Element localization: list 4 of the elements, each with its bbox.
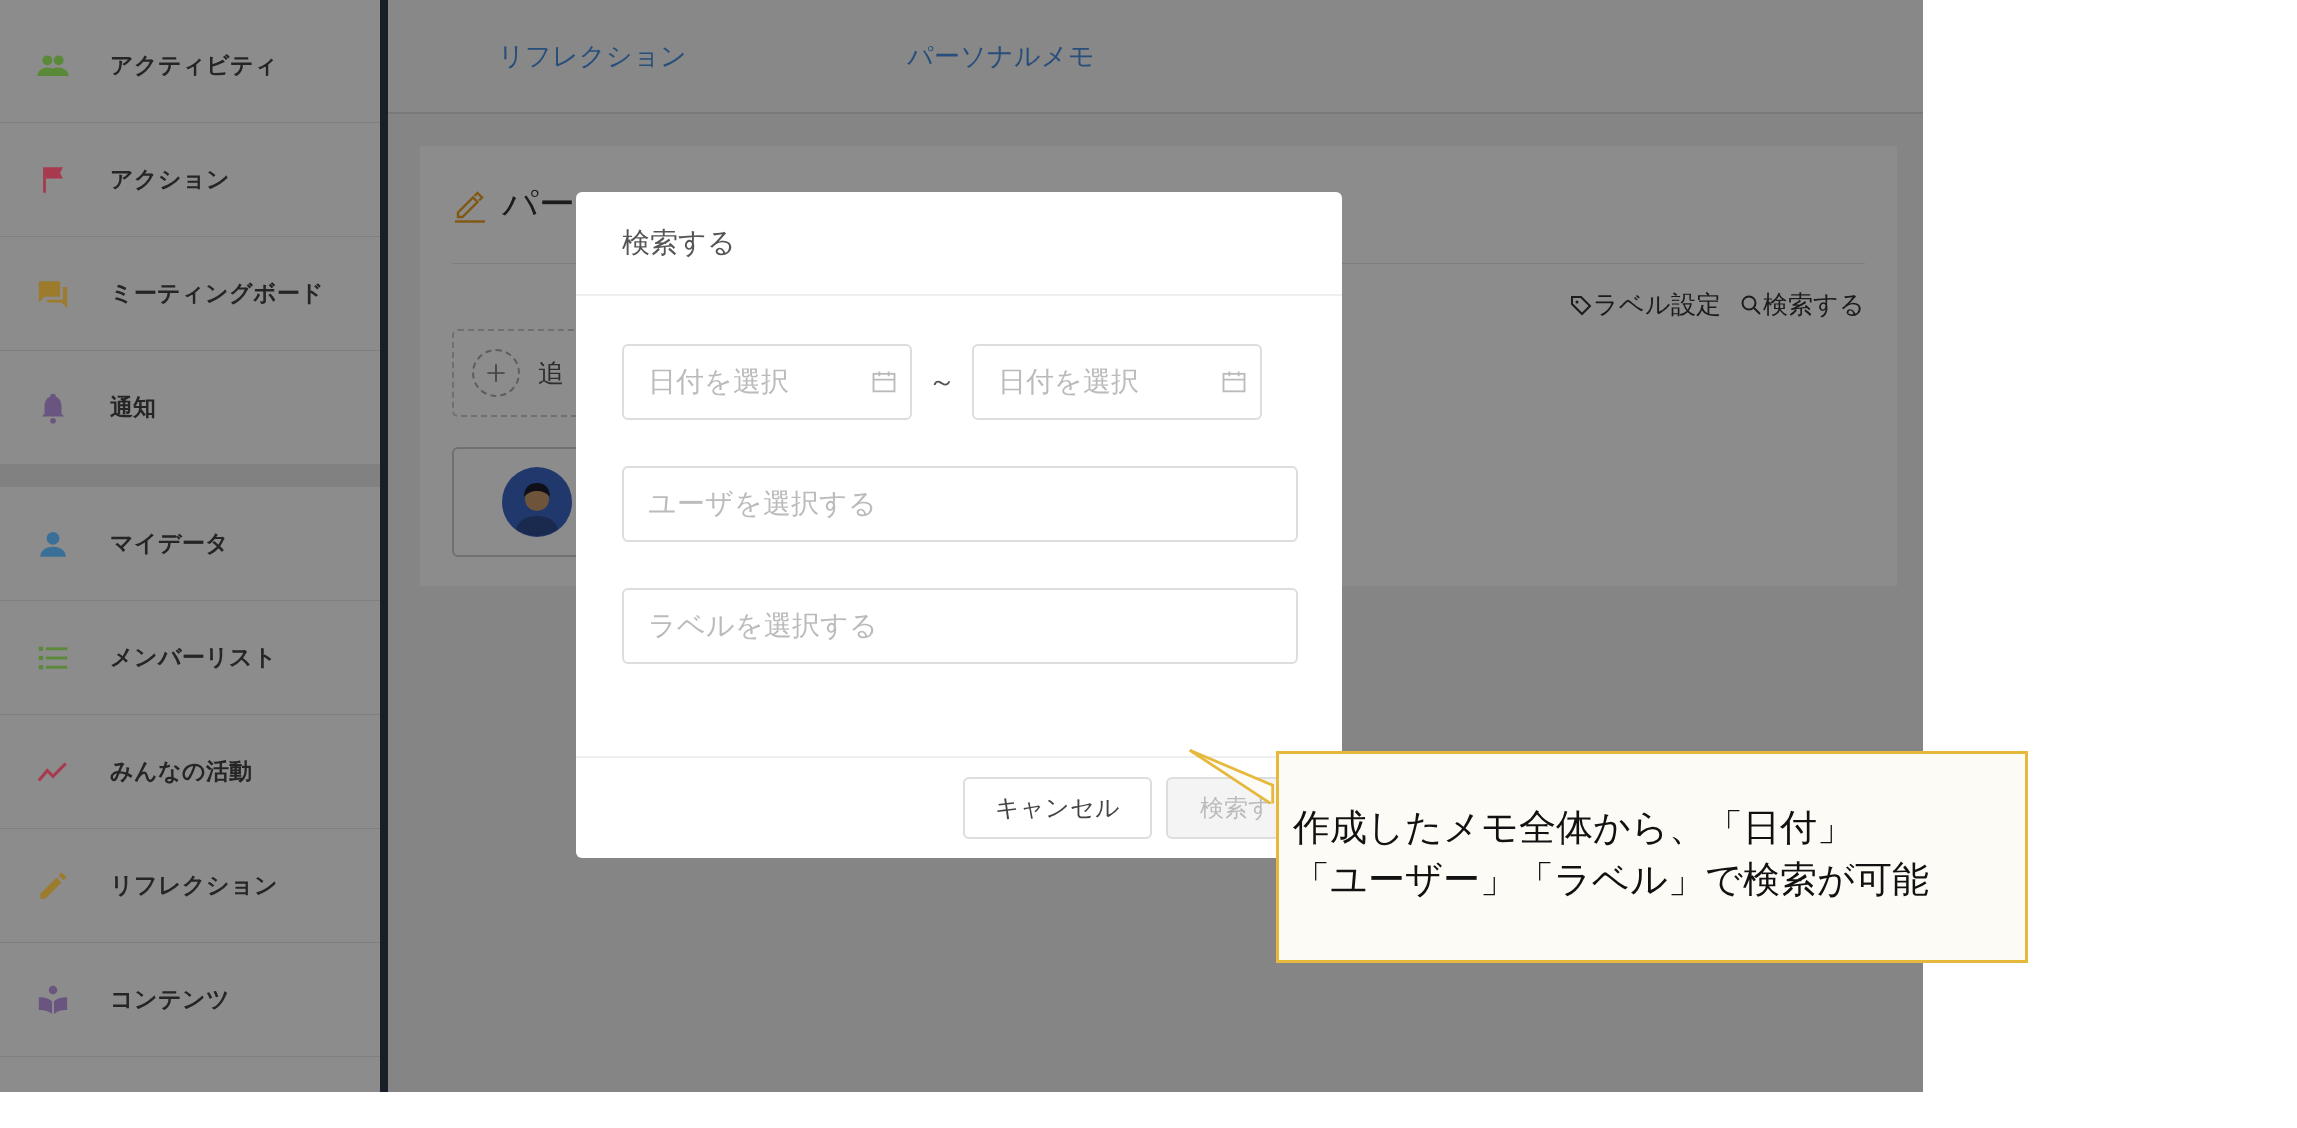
callout-text: 「ユーザー」「ラベル」で検索が可能	[1293, 858, 1930, 902]
range-separator: ～	[928, 365, 956, 399]
dialog-title: 検索する	[622, 226, 736, 260]
panel-title: パー	[502, 182, 575, 226]
